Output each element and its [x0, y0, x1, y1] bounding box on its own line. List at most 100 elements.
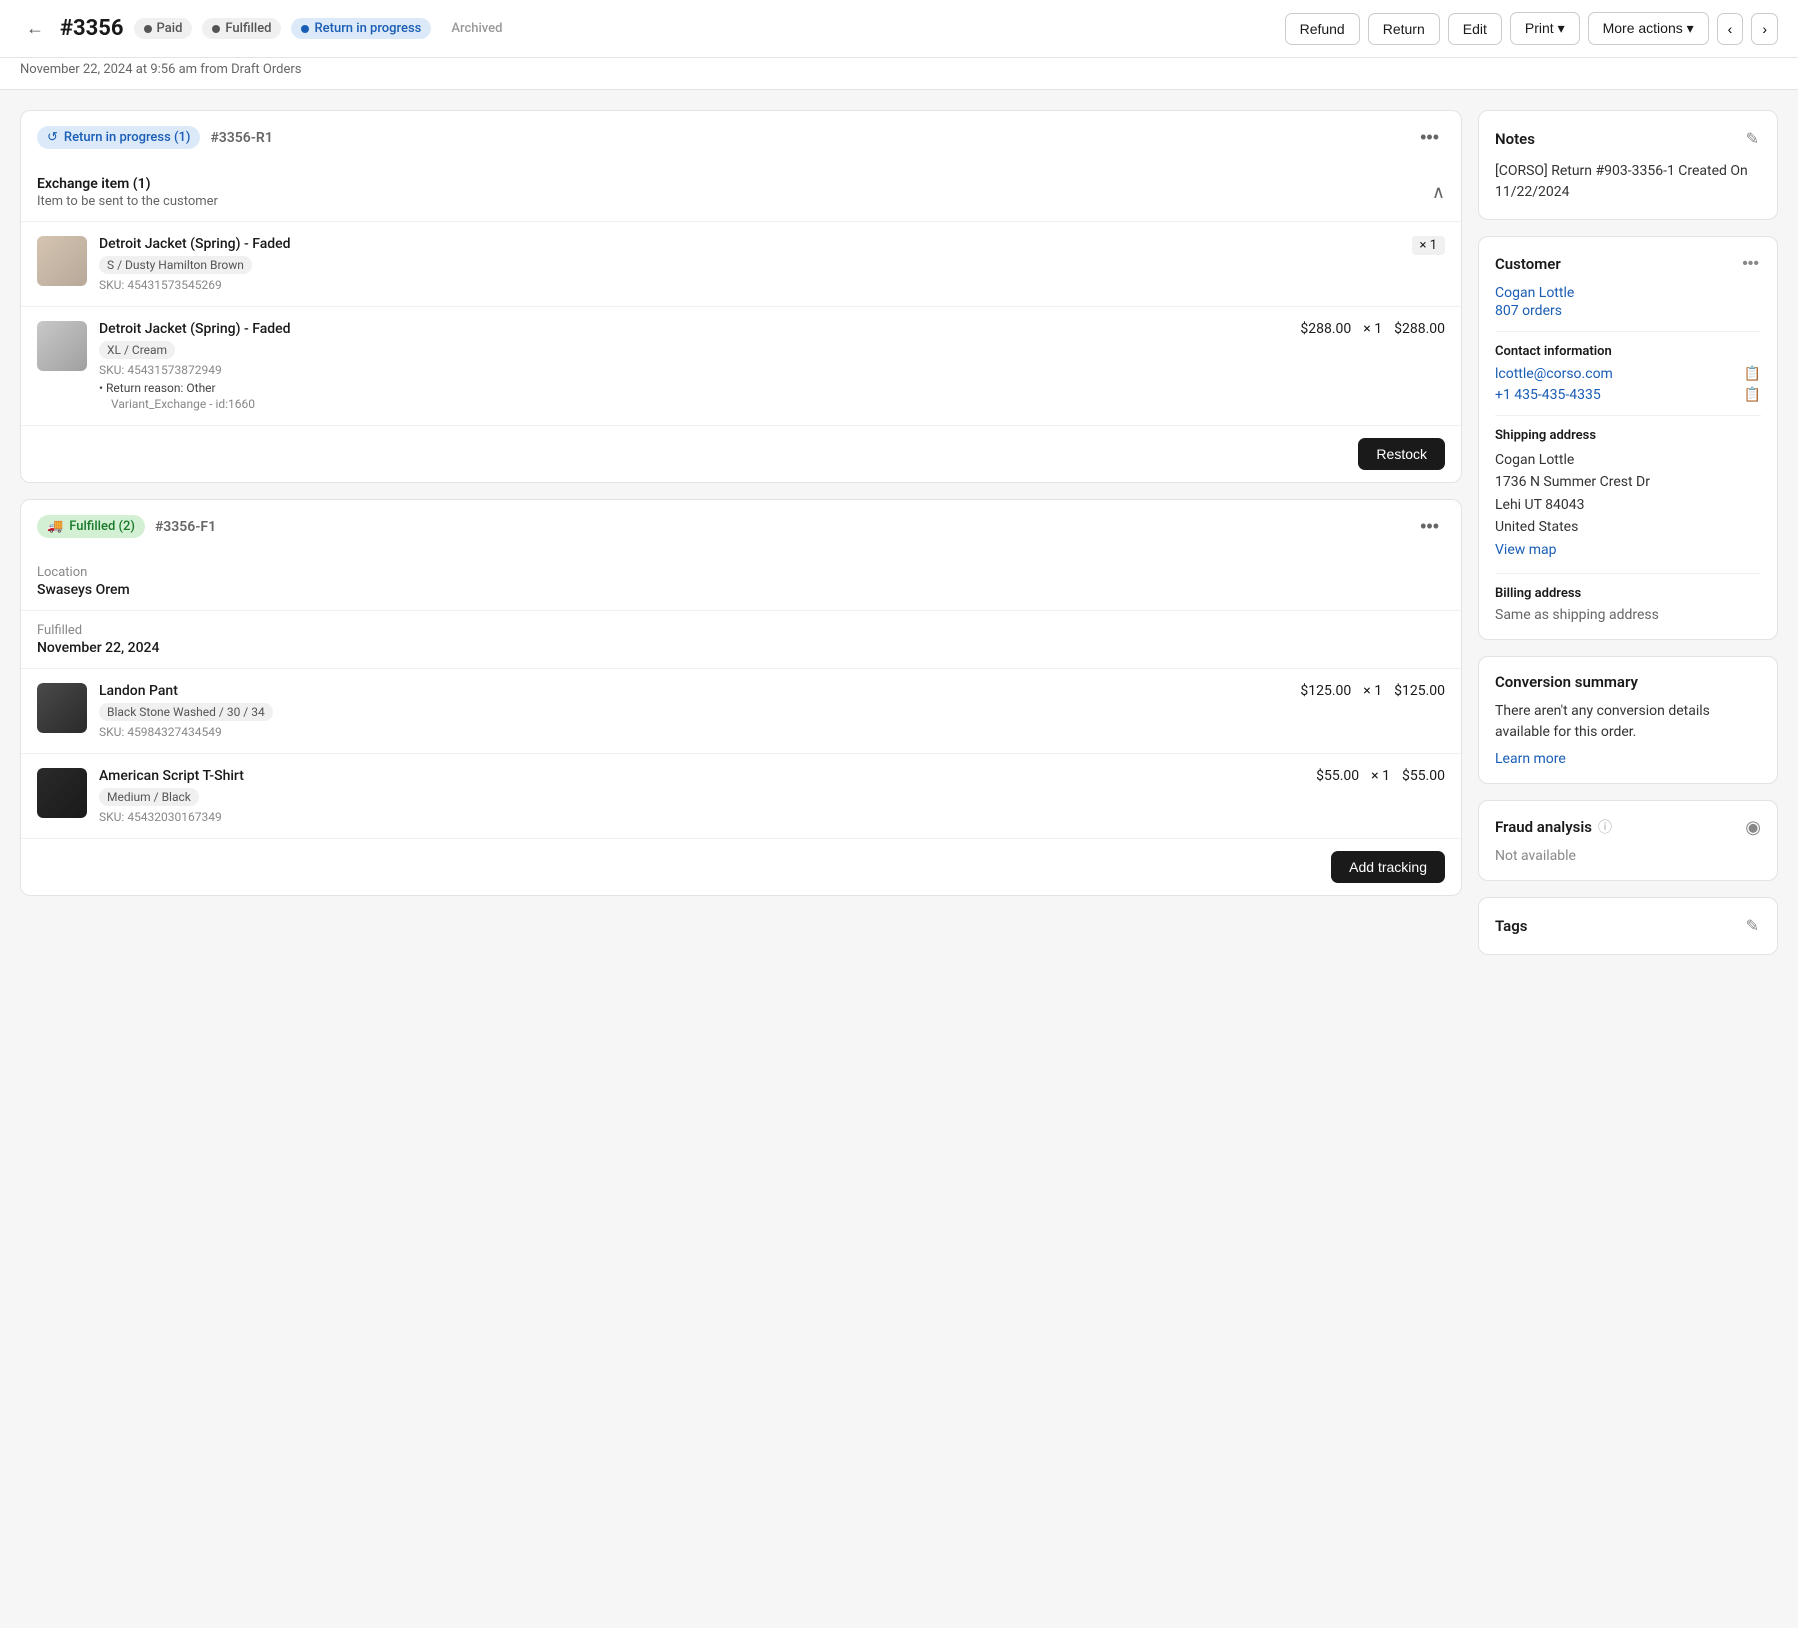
edit-button[interactable]: Edit [1448, 13, 1502, 45]
return-icon: ↺ [47, 130, 58, 145]
tags-edit-button[interactable]: ✎ [1744, 914, 1761, 938]
landon-qty: × 1 [1363, 683, 1382, 699]
print-button[interactable]: Print ▾ [1510, 12, 1580, 45]
view-map-link[interactable]: View map [1495, 542, 1557, 558]
order-number: #3356 [60, 16, 124, 41]
badge-archived: Archived [441, 18, 512, 39]
conversion-card: Conversion summary There aren't any conv… [1478, 656, 1778, 784]
address-line4: United States [1495, 516, 1761, 538]
exchange-img-placeholder [37, 236, 87, 286]
return-product-sku: SKU: 45431573872949 [99, 363, 1288, 377]
tshirt-pricing: $55.00 × 1 $55.00 [1316, 768, 1445, 784]
customer-email-link[interactable]: lcottle@corso.com [1495, 366, 1613, 382]
exchange-chevron[interactable]: ∧ [1432, 182, 1445, 203]
landon-sku: SKU: 45984327434549 [99, 725, 1288, 739]
fraud-eye-button[interactable]: ◉ [1745, 817, 1761, 838]
return-order-ref: #3356-R1 [210, 130, 272, 146]
restock-button[interactable]: Restock [1358, 438, 1445, 470]
exchange-title: Exchange item (1) [37, 176, 218, 192]
notes-content: [CORSO] Return #903-3356-1 Created On 11… [1495, 161, 1761, 203]
return-button[interactable]: Return [1368, 13, 1440, 45]
tshirt-info: American Script T-Shirt Medium / Black S… [99, 768, 1304, 824]
copy-email-button[interactable]: 📋 [1744, 365, 1761, 382]
fulfilled-item-2-row: American Script T-Shirt Medium / Black S… [21, 754, 1461, 839]
location-label: Location [37, 565, 1445, 580]
prev-order-button[interactable]: ‹ [1717, 13, 1744, 45]
exchange-section-info: Exchange item (1) Item to be sent to the… [37, 176, 218, 209]
return-card-footer: Restock [21, 426, 1461, 482]
fulfilled-more-button[interactable]: ••• [1414, 514, 1445, 539]
action-buttons: Refund Return Edit Print ▾ More actions … [1285, 12, 1778, 45]
tshirt-image [37, 768, 87, 818]
left-column: ↺ Return in progress (1) #3356-R1 ••• Ex… [20, 110, 1462, 955]
return-dot [301, 25, 309, 33]
back-button[interactable]: ← [20, 16, 50, 41]
fulfilled-label: Fulfilled [37, 623, 1445, 638]
fulfilled-date-info: Fulfilled November 22, 2024 [21, 611, 1461, 669]
fulfilled-card: 🚚 Fulfilled (2) #3356-F1 ••• Location Sw… [20, 499, 1462, 896]
customer-more-button[interactable]: ••• [1740, 253, 1761, 275]
learn-more-link[interactable]: Learn more [1495, 751, 1566, 767]
return-product-image [37, 321, 87, 371]
badge-paid: Paid [134, 18, 193, 39]
exchange-qty-badge: × 1 [1412, 236, 1445, 255]
add-tracking-button[interactable]: Add tracking [1331, 851, 1445, 883]
exchange-subtitle: Item to be sent to the customer [37, 194, 218, 209]
top-bar: ← #3356 Paid Fulfilled Return in progres… [0, 0, 1798, 58]
shipping-address: Cogan Lottle 1736 N Summer Crest Dr Lehi… [1495, 449, 1761, 561]
fulfilled-item-1-row: Landon Pant Black Stone Washed / 30 / 34… [21, 669, 1461, 754]
landon-pricing: $125.00 × 1 $125.00 [1300, 683, 1445, 699]
customer-phone-link[interactable]: +1 435-435-4335 [1495, 387, 1601, 403]
fraud-title-area: Fraud analysis ⓘ [1495, 817, 1612, 837]
email-row: lcottle@corso.com 📋 [1495, 365, 1761, 382]
address-line2: 1736 N Summer Crest Dr [1495, 471, 1761, 493]
next-order-button[interactable]: › [1751, 13, 1778, 45]
customer-title: Customer [1495, 255, 1561, 273]
tags-card: Tags ✎ [1478, 897, 1778, 955]
notes-edit-button[interactable]: ✎ [1744, 127, 1761, 151]
exchange-section-header: Exchange item (1) Item to be sent to the… [21, 164, 1461, 222]
return-status-label: Return in progress (1) [64, 130, 191, 145]
return-product-name: Detroit Jacket (Spring) - Faded [99, 321, 1288, 337]
return-more-button[interactable]: ••• [1414, 125, 1445, 150]
billing-address-label: Billing address [1495, 586, 1761, 601]
exchange-variant-tag: S / Dusty Hamilton Brown [99, 256, 252, 274]
return-label: Return in progress [314, 21, 421, 36]
variant-exchange-note: Variant_Exchange - id:1660 [99, 397, 1288, 411]
customer-header: Customer ••• [1495, 253, 1761, 275]
tshirt-total: $55.00 [1402, 768, 1445, 784]
main-layout: ↺ Return in progress (1) #3356-R1 ••• Ex… [0, 90, 1798, 975]
landon-price: $125.00 [1300, 683, 1351, 699]
landon-pant-info: Landon Pant Black Stone Washed / 30 / 34… [99, 683, 1288, 739]
fulfilled-card-header: 🚚 Fulfilled (2) #3356-F1 ••• [21, 500, 1461, 553]
tags-title: Tags [1495, 917, 1528, 935]
customer-name-link[interactable]: Cogan Lottle [1495, 285, 1574, 301]
customer-orders-link[interactable]: 807 orders [1495, 303, 1761, 319]
fulfilled-order-ref: #3356-F1 [155, 519, 216, 535]
tshirt-variant-tag: Medium / Black [99, 788, 199, 806]
return-header-left: ↺ Return in progress (1) #3356-R1 [37, 126, 273, 149]
fulfilled-status-label: Fulfilled (2) [69, 519, 135, 534]
landon-img-placeholder [37, 683, 87, 733]
landon-total: $125.00 [1394, 683, 1445, 699]
return-pricing: $288.00 × 1 $288.00 [1300, 321, 1445, 337]
copy-phone-button[interactable]: 📋 [1744, 386, 1761, 403]
more-actions-button[interactable]: More actions ▾ [1588, 12, 1709, 45]
return-product-info: Detroit Jacket (Spring) - Faded XL / Cre… [99, 321, 1288, 411]
billing-same-text: Same as shipping address [1495, 607, 1761, 623]
notes-title: Notes [1495, 130, 1535, 148]
refund-button[interactable]: Refund [1285, 13, 1360, 45]
exchange-product-info: Detroit Jacket (Spring) - Faded S / Dust… [99, 236, 1400, 292]
return-status-pill: ↺ Return in progress (1) [37, 126, 200, 149]
address-line1: Cogan Lottle [1495, 449, 1761, 471]
location-value: Swaseys Orem [37, 582, 1445, 598]
conversion-title: Conversion summary [1495, 673, 1638, 691]
badge-return: Return in progress [291, 18, 431, 39]
badge-fulfilled: Fulfilled [202, 18, 281, 39]
exchange-product-name: Detroit Jacket (Spring) - Faded [99, 236, 1400, 252]
fraud-info-icon: ⓘ [1598, 817, 1612, 837]
return-img-placeholder [37, 321, 87, 371]
customer-divider-2 [1495, 415, 1761, 416]
notes-card: Notes ✎ [CORSO] Return #903-3356-1 Creat… [1478, 110, 1778, 220]
exchange-qty: × 1 [1412, 236, 1445, 255]
